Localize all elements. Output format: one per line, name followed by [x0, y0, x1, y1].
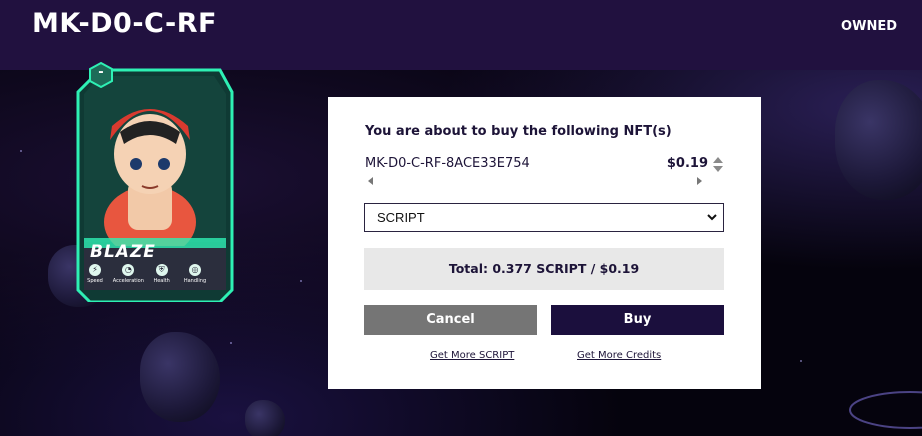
asteroid-decoration — [245, 400, 285, 436]
stats-row: ⚡ Speed ◔ Acceleration ⛨ Health ◎ Handli… — [80, 264, 210, 284]
owned-status-label: OWNED — [841, 19, 897, 34]
dialog-heading: You are about to buy the following NFT(s… — [365, 124, 672, 139]
top-header-bar: MK-D0-C-RF OWNED — [0, 0, 922, 70]
lightning-icon: ⚡ — [89, 264, 101, 276]
nft-line-item: MK-D0-C-RF-8ACE33E754 $0.19 — [365, 156, 724, 176]
stat-label: Speed — [87, 278, 103, 284]
steering-wheel-icon: ◎ — [188, 264, 201, 276]
shield-icon: ⛨ — [155, 264, 168, 276]
stat-health: ⛨ Health — [147, 264, 177, 284]
nft-id: MK-D0-C-RF-8ACE33E754 — [365, 156, 530, 171]
spin-down-icon[interactable] — [713, 166, 723, 172]
cancel-button[interactable]: Cancel — [364, 305, 537, 335]
star-decoration — [300, 280, 302, 282]
star-decoration — [800, 360, 802, 362]
stat-label: Health — [153, 278, 170, 284]
asteroid-decoration — [835, 80, 922, 200]
page-title: MK-D0-C-RF — [32, 8, 217, 39]
currency-select[interactable]: SCRIPT — [364, 203, 724, 232]
gauge-icon: ◔ — [122, 264, 135, 276]
stat-label: Acceleration — [112, 278, 144, 284]
currency-select-value: SCRIPT — [377, 210, 425, 225]
stat-speed: ⚡ Speed — [80, 264, 110, 284]
stat-label: Handling — [183, 278, 207, 284]
stat-handling: ◎ Handling — [180, 264, 210, 284]
purchase-dialog: You are about to buy the following NFT(s… — [328, 97, 761, 389]
total-summary: Total: 0.377 SCRIPT / $0.19 — [364, 248, 724, 290]
chevron-down-icon — [707, 214, 717, 221]
spin-up-icon[interactable] — [713, 157, 723, 163]
price-stepper[interactable] — [713, 156, 724, 174]
get-more-script-link[interactable]: Get More SCRIPT — [430, 350, 514, 361]
buy-button[interactable]: Buy — [551, 305, 724, 335]
character-name: BLAZE — [90, 242, 156, 262]
star-decoration — [230, 342, 232, 344]
get-more-credits-link[interactable]: Get More Credits — [577, 350, 661, 361]
asteroid-decoration — [140, 332, 220, 422]
nft-price: $0.19 — [666, 156, 708, 171]
scroll-left-icon[interactable] — [368, 177, 373, 185]
star-decoration — [20, 150, 22, 152]
rank-badge-label: - — [98, 65, 104, 80]
stat-acceleration: ◔ Acceleration — [112, 264, 144, 284]
planet-ring-decoration — [849, 391, 922, 429]
nft-character-card[interactable]: - BLAZE ⚡ Speed ◔ Acceleration ⛨ Health … — [70, 62, 238, 302]
scroll-right-icon[interactable] — [697, 177, 702, 185]
